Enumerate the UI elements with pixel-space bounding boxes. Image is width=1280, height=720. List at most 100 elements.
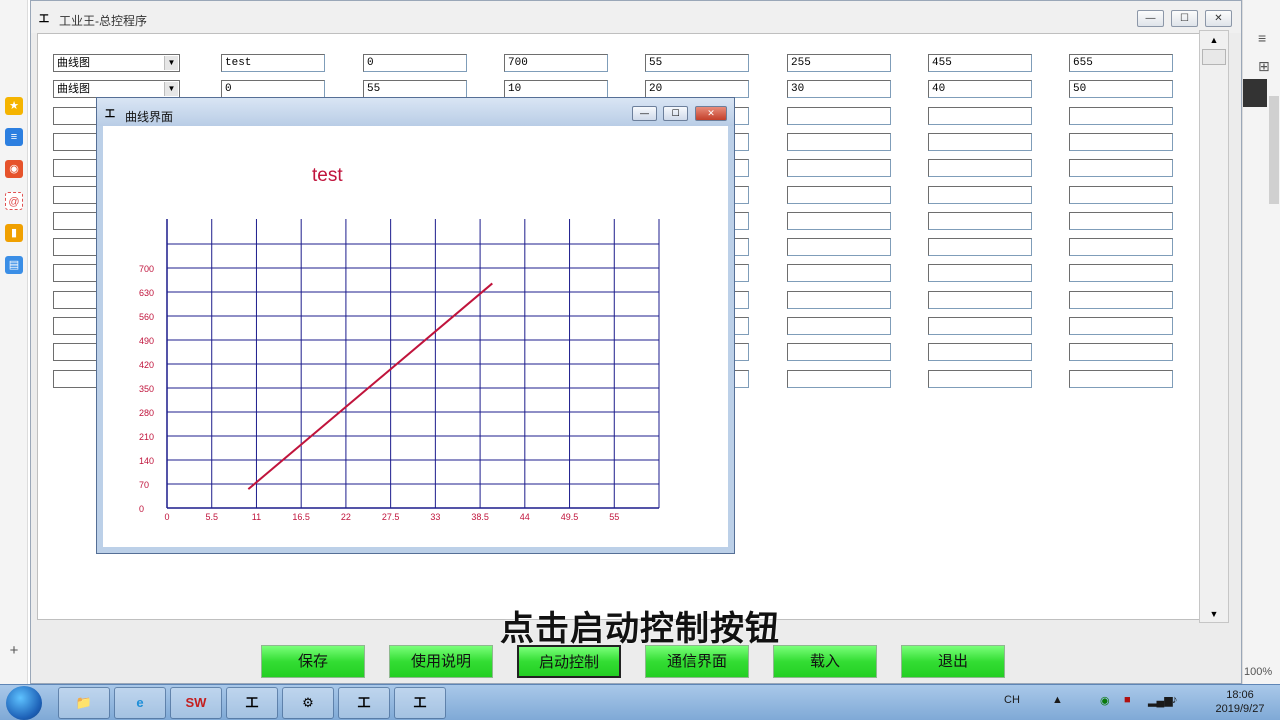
parameter-input[interactable] [928,343,1032,361]
window-title: 工业王-总控程序 [59,14,147,28]
parameter-input[interactable] [787,107,891,125]
parameter-input[interactable] [787,186,891,204]
parameter-input[interactable] [928,291,1032,309]
curve-title-bar[interactable]: 工 曲线界面 — ☐ ✕ [97,98,734,126]
clock[interactable]: 18:06 2019/9/27 [1208,688,1272,716]
parameter-input[interactable] [787,317,891,335]
grid-icon[interactable]: ⊞ [1258,58,1270,75]
parameter-input[interactable] [1069,291,1173,309]
parameter-input[interactable]: 55 [363,80,467,98]
tray-expand-icon[interactable]: ▲ [1052,694,1063,706]
parameter-input[interactable]: 50 [1069,80,1173,98]
parameter-input[interactable] [1069,343,1173,361]
select-value: 曲线图 [57,57,90,69]
taskbar-solidworks[interactable]: SW [170,687,222,719]
load-button[interactable]: 载入 [773,645,877,678]
parameter-input[interactable]: 0 [221,80,325,98]
language-indicator[interactable]: CH [1004,694,1020,706]
parameter-input[interactable]: 0 [363,54,467,72]
tray-security-icon[interactable]: ■ [1124,694,1131,706]
browser-scrollbar[interactable] [1269,96,1279,204]
parameter-input[interactable] [928,107,1032,125]
taskbar-app-4[interactable]: 工 [394,687,446,719]
parameter-input[interactable] [1069,186,1173,204]
parameter-input[interactable]: 255 [787,54,891,72]
parameter-input[interactable] [928,133,1032,151]
volume-icon[interactable]: ♪ [1172,694,1178,706]
parameter-input[interactable] [1069,212,1173,230]
taskbar-app-3[interactable]: 工 [338,687,390,719]
exit-button[interactable]: 退出 [901,645,1005,678]
star-icon[interactable]: ★ [5,97,23,115]
curve-maximize-button[interactable]: ☐ [663,106,688,121]
vertical-scrollbar[interactable]: ▲ ▼ [1199,30,1229,623]
taskbar-app-2[interactable]: ⚙ [282,687,334,719]
parameter-input[interactable] [1069,238,1173,256]
curve-close-button[interactable]: ✕ [695,106,727,121]
curve-type-select[interactable]: 曲线图 ▼ [53,80,180,98]
y-tick-label: 350 [139,384,154,394]
dropdown-arrow-icon[interactable]: ▼ [164,56,178,70]
parameter-input[interactable]: 20 [645,80,749,98]
parameter-input[interactable] [1069,107,1173,125]
communication-button[interactable]: 通信界面 [645,645,749,678]
parameter-input[interactable]: 10 [504,80,608,98]
parameter-input[interactable] [1069,159,1173,177]
menu-icon[interactable]: ≡ [1258,30,1266,46]
maximize-button[interactable]: ☐ [1171,10,1198,27]
parameter-input[interactable]: 655 [1069,54,1173,72]
parameter-input[interactable]: 40 [928,80,1032,98]
close-button[interactable]: ✕ [1205,10,1232,27]
parameter-input[interactable]: 455 [928,54,1032,72]
list-icon[interactable]: ≡ [5,128,23,146]
scroll-up-icon[interactable]: ▲ [1203,32,1225,48]
select-value: 曲线图 [57,83,90,95]
parameter-input[interactable] [928,370,1032,388]
x-tick-label: 5.5 [205,512,218,522]
parameter-input[interactable] [928,317,1032,335]
parameter-input[interactable] [787,212,891,230]
taskbar-app-1[interactable]: 工 [226,687,278,719]
bookmark-icon[interactable]: ▮ [5,224,23,242]
mail-icon[interactable]: @ [5,192,23,210]
parameter-input[interactable] [928,159,1032,177]
parameter-input[interactable] [1069,370,1173,388]
parameter-input[interactable] [787,291,891,309]
curve-minimize-button[interactable]: — [632,106,657,121]
taskbar-explorer[interactable]: 📁 [58,687,110,719]
app-icon: 工 [39,14,49,25]
parameter-input[interactable] [928,186,1032,204]
network-icon[interactable]: ▂▄▆ [1148,694,1173,707]
parameter-input[interactable]: 55 [645,54,749,72]
parameter-input[interactable]: test [221,54,325,72]
title-bar[interactable]: 工 工业王-总控程序 — ☐ ✕ [31,1,1241,33]
save-button[interactable]: 保存 [261,645,365,678]
start-button[interactable] [6,686,42,720]
parameter-input[interactable]: 30 [787,80,891,98]
parameter-input[interactable] [787,238,891,256]
scroll-thumb[interactable] [1202,49,1226,65]
taskbar-browser[interactable]: e [114,687,166,719]
parameter-input[interactable] [787,159,891,177]
parameter-input[interactable] [1069,317,1173,335]
tray-app-icon[interactable]: ◉ [1100,694,1110,707]
parameter-input[interactable] [787,343,891,361]
parameter-input[interactable] [928,238,1032,256]
weibo-icon[interactable]: ◉ [5,160,23,178]
curve-type-select[interactable]: 曲线图 ▼ [53,54,180,72]
parameter-input[interactable] [928,264,1032,282]
parameter-input[interactable] [1069,133,1173,151]
browser-right-panel: ≡ ⊞ [1242,0,1280,684]
start-control-button[interactable]: 启动控制 [517,645,621,678]
parameter-input[interactable] [787,264,891,282]
parameter-input[interactable]: 700 [504,54,608,72]
parameter-input[interactable] [1069,264,1173,282]
dropdown-arrow-icon[interactable]: ▼ [164,82,178,96]
parameter-input[interactable] [928,212,1032,230]
document-icon[interactable]: ▤ [5,256,23,274]
manual-button[interactable]: 使用说明 [389,645,493,678]
parameter-input[interactable] [787,370,891,388]
y-tick-label: 280 [139,408,154,418]
minimize-button[interactable]: — [1137,10,1164,27]
parameter-input[interactable] [787,133,891,151]
